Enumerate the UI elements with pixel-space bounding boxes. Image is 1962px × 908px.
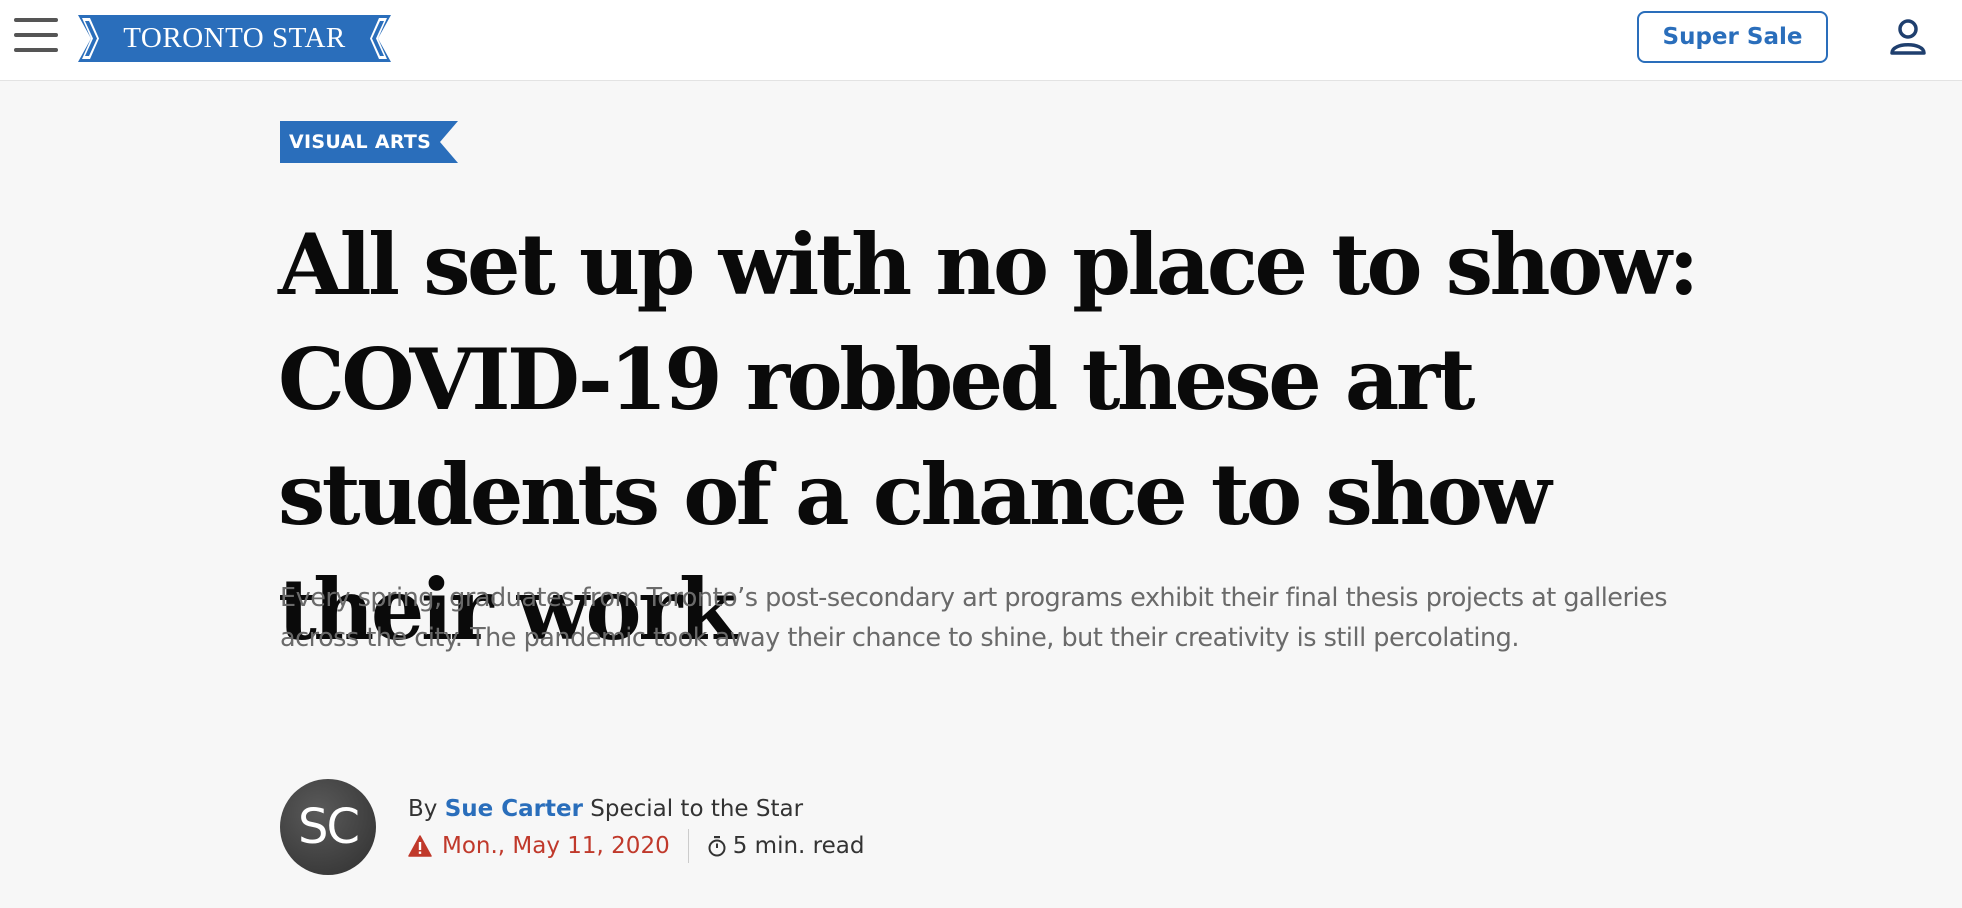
brand-wordmark: TORONTO STAR (123, 22, 346, 54)
author-avatar[interactable]: SC (280, 779, 376, 875)
author-name-link[interactable]: Sue Carter (445, 796, 583, 822)
byline: By Sue Carter Special to the Star (408, 792, 803, 826)
byline-prefix: By (408, 796, 438, 822)
hamburger-menu-icon[interactable] (14, 18, 58, 52)
toronto-star-logo[interactable]: TORONTO STAR (78, 15, 391, 62)
section-tag-label: VISUAL ARTS (289, 131, 432, 153)
top-navigation-bar: TORONTO STAR Super Sale (0, 0, 1962, 81)
author-affiliation: Special to the Star (590, 796, 804, 822)
article-subheading: Every spring, graduates from Toronto’s p… (280, 583, 1668, 653)
section-tag-visual-arts[interactable]: VISUAL ARTS (280, 121, 458, 163)
stopwatch-icon (708, 836, 726, 857)
publish-date: Mon., May 11, 2020 (442, 833, 670, 859)
super-sale-button[interactable]: Super Sale (1637, 11, 1828, 63)
warning-icon (408, 835, 432, 857)
user-account-icon[interactable] (1886, 17, 1930, 57)
read-time: 5 min. read (732, 833, 865, 859)
article-meta: Mon., May 11, 2020 5 min. read (408, 828, 864, 864)
meta-divider (687, 829, 689, 863)
